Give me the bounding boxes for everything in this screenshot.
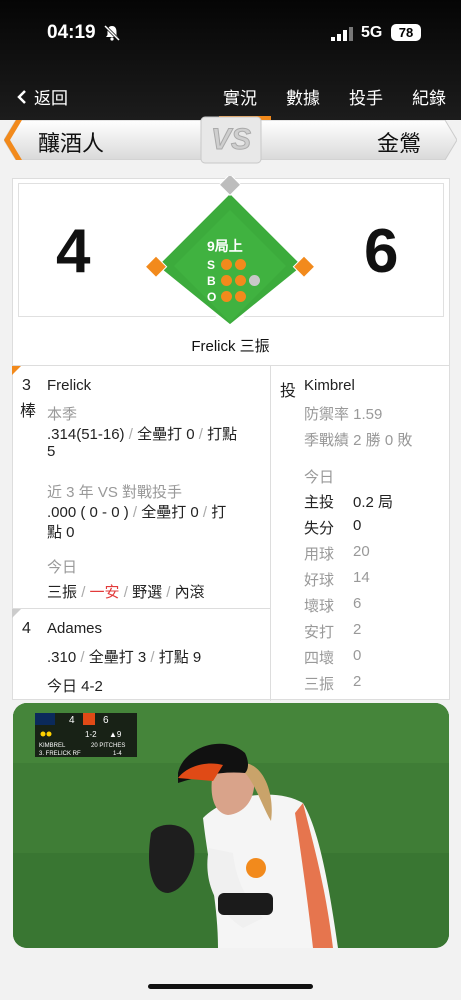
next-batter-stats: .310 / 全壘打 3 / 打點 9 bbox=[47, 649, 202, 666]
pitcher-stat-value: 2 bbox=[353, 621, 362, 638]
pitcher-stat-label: 失分 bbox=[304, 520, 335, 537]
batter-name: Frelick bbox=[47, 377, 92, 394]
pitcher-stat-value: 0 bbox=[353, 647, 362, 664]
inning-label: 9局上 bbox=[207, 238, 243, 254]
next-batter-name: Adames bbox=[47, 620, 103, 637]
pitcher-stat-value: 0 bbox=[353, 517, 362, 534]
divider bbox=[12, 365, 449, 366]
tab-record[interactable]: 紀錄 bbox=[412, 84, 446, 109]
batter-today-results: 三振 / 一安 / 野選 / 內滾 bbox=[47, 584, 205, 601]
signal-icon bbox=[331, 27, 353, 41]
home-team-banner bbox=[257, 120, 457, 160]
away-team-name: 釀酒人 bbox=[38, 131, 105, 156]
pitcher-stat-label: 安打 bbox=[304, 624, 335, 641]
today-result: 三振 bbox=[47, 584, 78, 601]
divider bbox=[12, 608, 270, 609]
outs-dot bbox=[221, 291, 232, 302]
pitcher-stat-label: 好球 bbox=[304, 572, 335, 589]
network-label: 5G bbox=[361, 24, 383, 41]
outs-dot bbox=[235, 291, 246, 302]
battery-indicator: 78 bbox=[391, 24, 421, 41]
batter-order-suffix: 棒 bbox=[20, 403, 37, 420]
pitcher-tag: 投 bbox=[280, 383, 297, 400]
status-time: 04:19 bbox=[47, 22, 96, 43]
bug-away-runs: 4 bbox=[69, 715, 75, 726]
strikes-dot bbox=[221, 259, 232, 270]
tab-stats[interactable]: 數據 bbox=[286, 84, 320, 109]
back-button[interactable]: 返回 bbox=[16, 84, 68, 109]
pitcher-stat-value: 20 bbox=[353, 543, 370, 560]
home-indicator bbox=[148, 984, 313, 989]
next-batter-today: 今日 4-2 bbox=[47, 678, 103, 695]
column-divider bbox=[270, 366, 271, 701]
bell-muted-icon bbox=[103, 24, 121, 42]
vs-text: VS bbox=[211, 123, 251, 156]
today-result: 內滾 bbox=[174, 584, 205, 601]
vs-pitcher-line: .000 ( 0 - 0 ) / 全壘打 0 / 打 bbox=[47, 504, 227, 521]
app-header: 04:19 5G 78 返回 實況 數據 投手 紀錄 bbox=[0, 0, 461, 120]
bug-batter-line: 1-4 bbox=[113, 751, 122, 757]
bug-inning: ▲9 bbox=[109, 730, 122, 739]
pitcher-stat-value: 6 bbox=[353, 595, 362, 612]
pitcher-stat-label: 三振 bbox=[304, 676, 335, 693]
vs-pitcher-rbi: 點 0 bbox=[47, 524, 75, 541]
home-score: 6 bbox=[364, 217, 399, 286]
bug-home-runs: 6 bbox=[103, 715, 109, 726]
vs-badge: VS bbox=[200, 116, 262, 164]
batter-season-rbi: 5 bbox=[47, 443, 56, 460]
pitcher-stat-value: 14 bbox=[353, 569, 370, 586]
bug-pitches: 20 PITCHES bbox=[91, 743, 125, 749]
outs-label: O bbox=[207, 290, 217, 304]
away-score: 4 bbox=[56, 217, 91, 286]
bug-count: 1-2 bbox=[85, 730, 97, 739]
pitcher-today-label: 今日 bbox=[304, 469, 335, 486]
pitcher-stat-label: 四壞 bbox=[304, 650, 335, 667]
pitcher-name: Kimbrel bbox=[304, 377, 355, 394]
next-batter-corner-icon bbox=[12, 609, 21, 618]
balls-dot bbox=[221, 275, 232, 286]
today-label: 今日 bbox=[47, 559, 78, 576]
video-frame: 4 6 1-2 ▲9 KIMBREL 20 PITCHES 3. FRELICK… bbox=[13, 703, 449, 948]
live-video-player[interactable]: 4 6 1-2 ▲9 KIMBREL 20 PITCHES 3. FRELICK… bbox=[13, 703, 449, 948]
tab-live[interactable]: 實況 bbox=[223, 84, 257, 109]
pitcher-record: 季戰績 2 勝 0 敗 bbox=[304, 432, 413, 449]
strikes-dot bbox=[235, 259, 246, 270]
pitcher-stat-label: 壞球 bbox=[304, 598, 335, 615]
pitcher-era: 防禦率 1.59 bbox=[304, 406, 383, 423]
tab-pitcher[interactable]: 投手 bbox=[349, 84, 383, 109]
last-play: Frelick 三振 bbox=[191, 338, 270, 355]
strikes-label: S bbox=[207, 258, 216, 272]
today-result: 野選 bbox=[132, 584, 163, 601]
pitcher-stat-label: 用球 bbox=[304, 546, 335, 563]
season-label: 本季 bbox=[47, 406, 78, 423]
batter-corner-icon bbox=[12, 366, 21, 375]
next-batter-order: 4 bbox=[22, 620, 31, 637]
balls-label: B bbox=[207, 274, 216, 288]
batter-season-line: .314(51-16) / 全壘打 0 / 打點 bbox=[47, 426, 238, 443]
home-team-name: 金鶯 bbox=[377, 131, 422, 156]
pitcher-stat-value: 0.2 局 bbox=[353, 494, 394, 511]
vs-pitcher-label: 近 3 年 VS 對戰投手 bbox=[47, 484, 183, 501]
pitcher-stat-label: 主投 bbox=[304, 494, 335, 511]
balls-dot bbox=[235, 275, 246, 286]
chevron-left-icon bbox=[17, 89, 26, 104]
balls-dot bbox=[249, 275, 260, 286]
batter-order: 3 bbox=[22, 377, 31, 394]
back-label: 返回 bbox=[34, 89, 68, 108]
bug-batter: 3. FRELICK RF bbox=[39, 751, 81, 757]
today-result: 一安 bbox=[89, 584, 120, 601]
bug-pitcher: KIMBREL bbox=[39, 743, 66, 749]
pitcher-stat-value: 2 bbox=[353, 673, 362, 690]
